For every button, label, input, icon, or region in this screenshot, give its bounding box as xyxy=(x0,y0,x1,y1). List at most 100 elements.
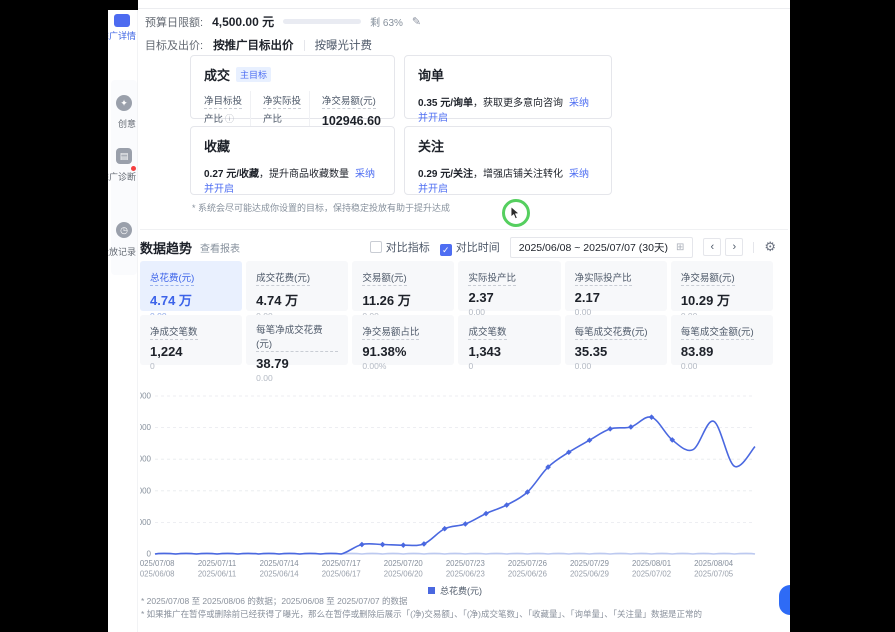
period-nav: ‹ › xyxy=(703,238,743,256)
svg-text:1,000: 1,000 xyxy=(140,518,152,527)
legend-swatch xyxy=(428,587,435,594)
metric-card[interactable]: 每笔成交花费(元)35.350.00 xyxy=(565,315,667,365)
svg-text:2025/07/29: 2025/07/29 xyxy=(570,559,609,568)
svg-text:2025/07/08: 2025/07/08 xyxy=(140,559,175,568)
svg-text:2025/07/20: 2025/07/20 xyxy=(384,559,424,568)
metric-card-compare-value: 0 xyxy=(468,361,550,371)
alert-dot xyxy=(131,166,136,171)
metric-card-label: 实际投产比 xyxy=(468,270,516,286)
metric-card-value: 2.37 xyxy=(468,290,550,305)
metric-card-value: 4.74 万 xyxy=(256,290,338,309)
budget-amount: 4,500.00 元 xyxy=(212,13,274,30)
metric-card[interactable]: 净交易额占比91.38%0.00% xyxy=(352,315,454,365)
svg-text:2025/07/05: 2025/07/05 xyxy=(694,570,734,579)
sidebar-item-creative[interactable]: 创意 xyxy=(108,117,136,130)
sidebar-item-promotion-detail[interactable]: 推广详情 xyxy=(108,29,136,42)
info-icon[interactable]: ⓘ xyxy=(225,114,234,124)
svg-text:2025/08/04: 2025/08/04 xyxy=(694,559,734,568)
metric-card-value: 2.17 xyxy=(575,290,657,305)
metric-card-value: 83.89 xyxy=(681,344,763,359)
settings-gear-icon[interactable]: ⚙ xyxy=(764,239,776,255)
metric-card[interactable]: 交易额(元)11.26 万0.00 xyxy=(352,261,454,311)
legend-label: 总花费(元) xyxy=(440,586,482,596)
svg-text:2025/07/11: 2025/07/11 xyxy=(198,559,236,568)
trends-header: 数据趋势 查看报表 对比指标 ✓对比时间 2025/06/08 ~ 2025/0… xyxy=(140,236,776,258)
sidebar-item-diagnosis[interactable]: 推广诊断 xyxy=(108,170,136,183)
svg-text:2025/06/08: 2025/06/08 xyxy=(140,570,175,579)
svg-text:2,000: 2,000 xyxy=(140,486,152,495)
next-period-button[interactable]: › xyxy=(725,238,743,256)
svg-text:2025/06/23: 2025/06/23 xyxy=(446,570,485,579)
metric-card[interactable]: 净实际投产比2.170.00 xyxy=(565,261,667,311)
goal-note: * 系统会尽可能达成你设置的目标，保持稳定投放有助于提升达成 xyxy=(192,201,450,214)
floating-side-button[interactable] xyxy=(779,585,790,615)
metric-card-value: 38.79 xyxy=(256,356,338,371)
metric-card[interactable]: 总花费(元)4.74 万0.00 xyxy=(140,261,242,311)
svg-text:2025/07/17: 2025/07/17 xyxy=(322,559,361,568)
tab-bid-by-goal[interactable]: 按推广目标出价 xyxy=(213,37,294,53)
metric-card[interactable]: 每笔净成交花费(元)38.790.00 xyxy=(246,315,348,365)
creative-icon[interactable]: ✦ xyxy=(116,95,132,111)
card-inquiry: 询单 0.35 元/询单，获取更多意向咨询采纳并开启 xyxy=(404,55,612,119)
metric-card-compare-value: 0.00 xyxy=(681,361,763,371)
metric-card[interactable]: 实际投产比2.370.00 xyxy=(458,261,560,311)
svg-text:2025/07/26: 2025/07/26 xyxy=(508,559,547,568)
metric-card-label: 净实际投产比 xyxy=(575,270,632,286)
app-window: 推广详情 ✦ 创意 ▤ 推广诊断 ◷ 投放记录 预算日限额: 4,500.00 元 剩 63… xyxy=(108,0,790,632)
svg-text:2025/06/26: 2025/06/26 xyxy=(508,570,547,579)
budget-remaining: 剩 63% xyxy=(370,14,403,29)
metric-card-label: 净交易额占比 xyxy=(362,324,419,340)
card-favorite: 收藏 0.27 元/收藏，提升商品收藏数量采纳并开启 xyxy=(190,126,395,195)
goal-bid-row: 目标及出价: 按推广目标出价 按曝光计费 xyxy=(145,37,372,53)
metric-card-label: 净成交笔数 xyxy=(150,324,198,340)
budget-edit-icon[interactable]: ✎ xyxy=(412,15,421,28)
date-range-picker[interactable]: 2025/06/08 ~ 2025/07/07 (30天) ⊞ xyxy=(510,237,694,258)
metric-label: 净目标投产比 xyxy=(204,96,242,127)
trend-chart[interactable]: 01,0002,0003,0004,0005,0002025/07/082025… xyxy=(140,376,773,580)
budget-label: 预算日限额: xyxy=(145,14,203,30)
compare-time-checkbox[interactable]: ✓ xyxy=(440,244,452,256)
records-icon[interactable]: ◷ xyxy=(116,222,132,238)
trends-title-group: 数据趋势 查看报表 xyxy=(140,238,240,257)
compare-metric-option[interactable]: 对比指标 xyxy=(370,239,430,255)
metric-card[interactable]: 成交花费(元)4.74 万0.00 xyxy=(246,261,348,311)
metric-card-compare-value: 0.00% xyxy=(362,361,444,371)
metric-card-label: 每笔净成交花费(元) xyxy=(256,322,338,352)
metric-card[interactable]: 净成交笔数1,2240 xyxy=(140,315,242,365)
compare-metric-checkbox[interactable] xyxy=(370,241,382,253)
metric-card-label: 成交笔数 xyxy=(468,324,506,340)
card-inquiry-desc: 0.35 元/询单，获取更多意向咨询采纳并开启 xyxy=(418,94,598,124)
diagnosis-icon[interactable]: ▤ xyxy=(116,148,132,164)
card-favorite-title: 收藏 xyxy=(204,136,381,155)
metric-card-compare-value: 0.00 xyxy=(575,361,657,371)
card-deal: 成交 主目标 净目标投产比ⓘ 2.45 ✎ 净实际投产比 2.17 净交易额(元… xyxy=(190,55,395,119)
metric-card[interactable]: 净交易额(元)10.29 万0.00 xyxy=(671,261,773,311)
top-divider xyxy=(138,8,790,9)
metric-card[interactable]: 成交笔数1,3430 xyxy=(458,315,560,365)
svg-text:2025/06/11: 2025/06/11 xyxy=(198,570,236,579)
svg-text:2025/07/23: 2025/07/23 xyxy=(446,559,485,568)
budget-progress-bar xyxy=(283,19,361,24)
view-report-link[interactable]: 查看报表 xyxy=(200,240,240,255)
sidebar-item-records[interactable]: 投放记录 xyxy=(108,245,136,258)
main-goal-badge: 主目标 xyxy=(236,67,271,82)
metric-card-value: 1,224 xyxy=(150,344,232,359)
sidebar: 推广详情 ✦ 创意 ▤ 推广诊断 ◷ 投放记录 xyxy=(108,10,138,632)
metric-card-label: 总花费(元) xyxy=(150,270,194,286)
mouse-cursor-icon xyxy=(510,206,521,220)
metric-card-value: 4.74 万 xyxy=(150,290,232,309)
tab-bid-by-impression[interactable]: 按曝光计费 xyxy=(315,37,373,53)
promotion-detail-icon[interactable] xyxy=(114,14,130,27)
metric-card-value: 1,343 xyxy=(468,344,550,359)
date-range-text: 2025/06/08 ~ 2025/07/07 (30天) xyxy=(519,240,668,255)
tab-separator xyxy=(304,40,305,51)
controls-separator xyxy=(753,242,754,253)
metric-card-label: 交易额(元) xyxy=(362,270,406,286)
card-follow-title: 关注 xyxy=(418,136,598,155)
metric-card[interactable]: 每笔成交金额(元)83.890.00 xyxy=(671,315,773,365)
prev-period-button[interactable]: ‹ xyxy=(703,238,721,256)
metric-card-value: 11.26 万 xyxy=(362,290,444,309)
svg-text:2025/06/20: 2025/06/20 xyxy=(384,570,424,579)
compare-time-option[interactable]: ✓对比时间 xyxy=(440,239,500,256)
metric-label: 净实际投产比 xyxy=(263,96,301,127)
